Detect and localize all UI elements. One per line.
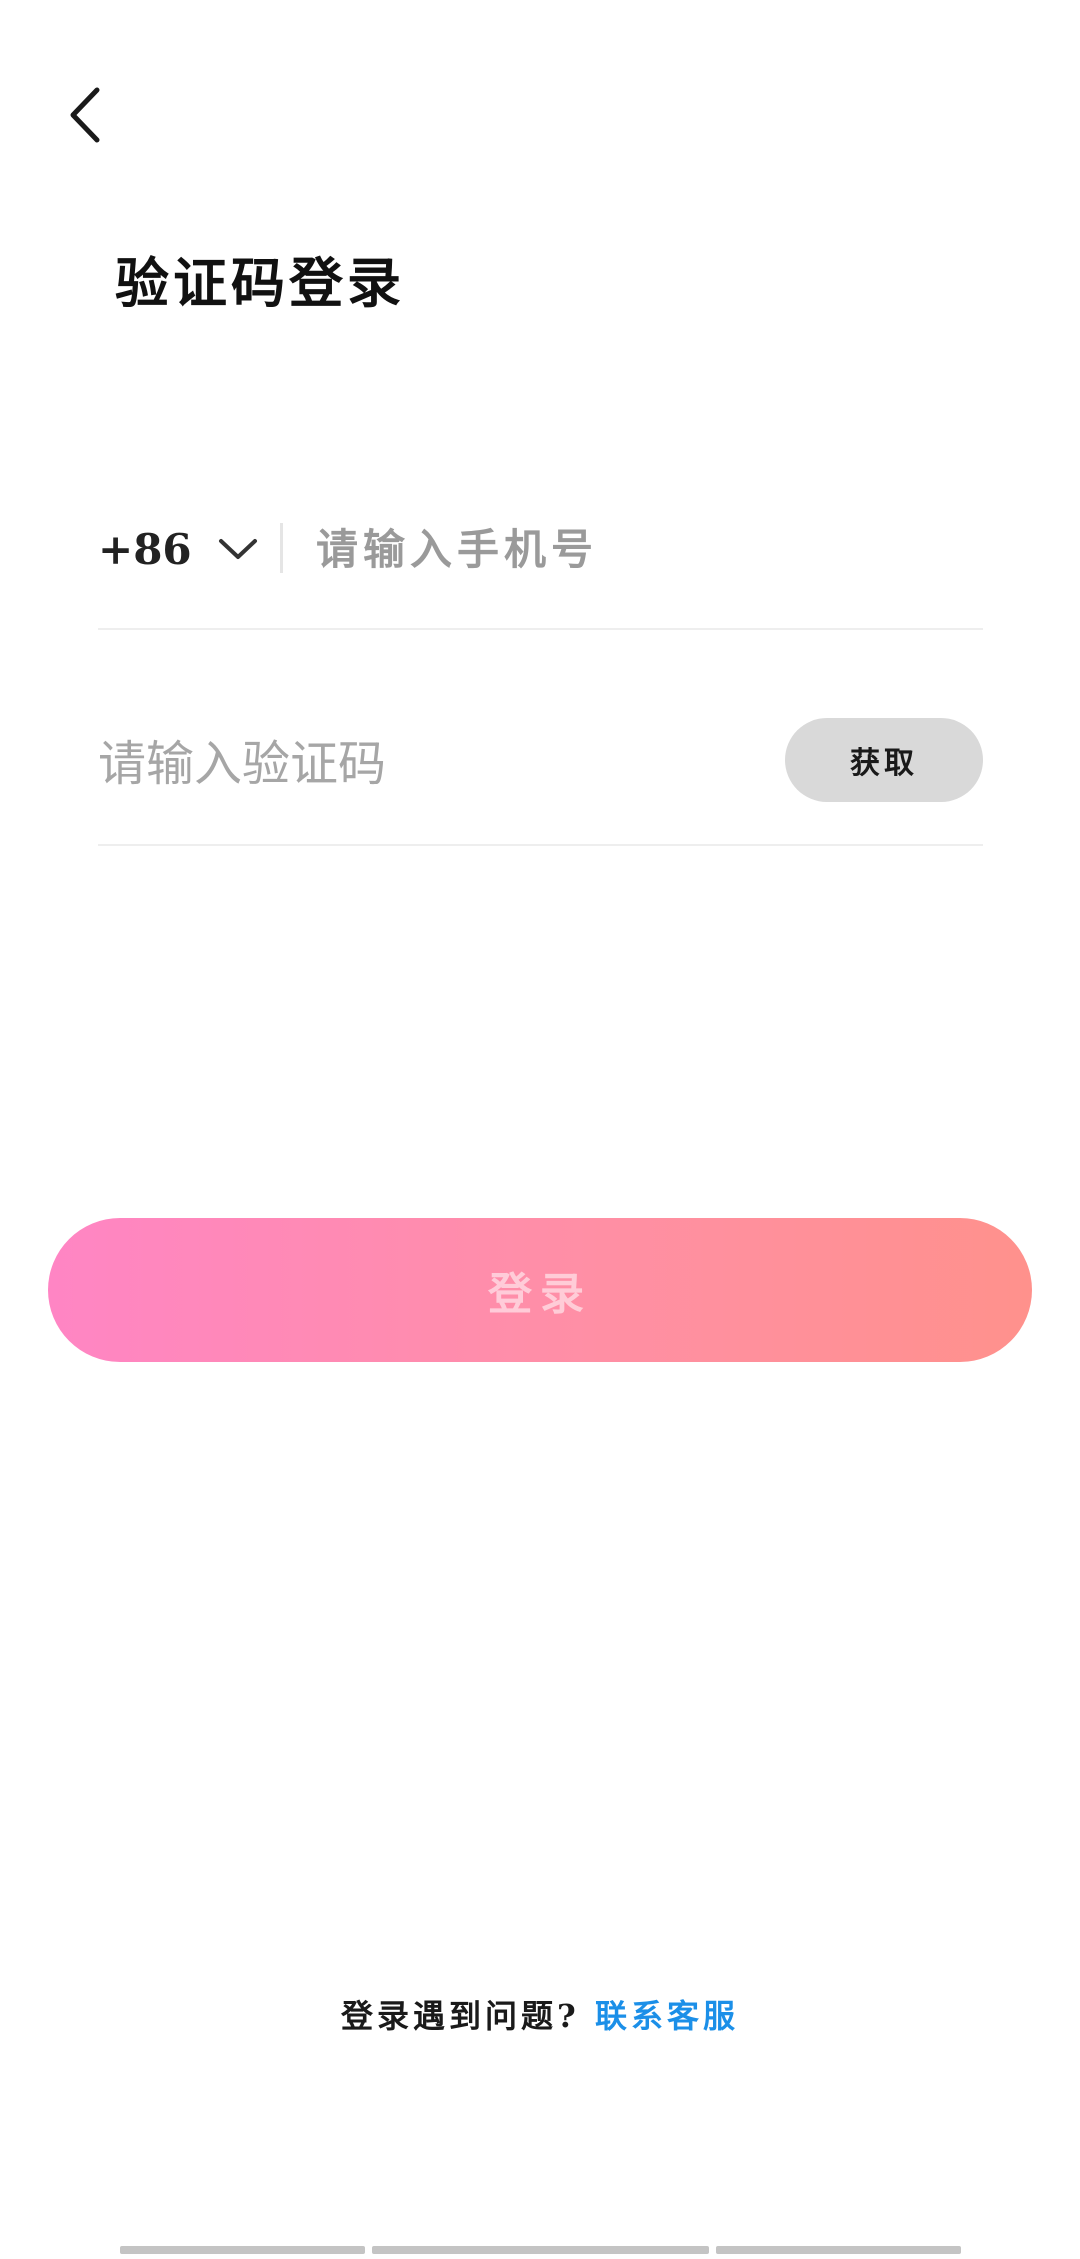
- nav-indicator-center: [372, 2246, 709, 2254]
- page-title: 验证码登录: [115, 251, 405, 315]
- phone-row: +86: [98, 505, 983, 630]
- login-button[interactable]: 登录: [48, 1218, 1032, 1362]
- verification-code-row: 获取: [98, 700, 983, 846]
- nav-indicator-right: [716, 2246, 961, 2254]
- login-page: 验证码登录 +86 获取 登录 登录遇到问题? 联系客服: [0, 0, 1080, 2259]
- country-code-label: +86: [98, 524, 192, 574]
- contact-support-link[interactable]: 联系客服: [595, 1997, 739, 2035]
- back-button[interactable]: [55, 80, 115, 150]
- divider: [280, 523, 283, 573]
- country-code-selector[interactable]: +86: [98, 519, 258, 579]
- help-line: 登录遇到问题? 联系客服: [0, 1990, 1080, 2042]
- help-text: 登录遇到问题?: [341, 1997, 580, 2035]
- get-code-button[interactable]: 获取: [785, 718, 983, 802]
- verification-code-input[interactable]: [98, 732, 748, 796]
- nav-indicator-left: [120, 2246, 365, 2254]
- phone-input[interactable]: [316, 517, 916, 581]
- chevron-left-icon: [65, 86, 105, 144]
- chevron-down-icon: [218, 537, 258, 561]
